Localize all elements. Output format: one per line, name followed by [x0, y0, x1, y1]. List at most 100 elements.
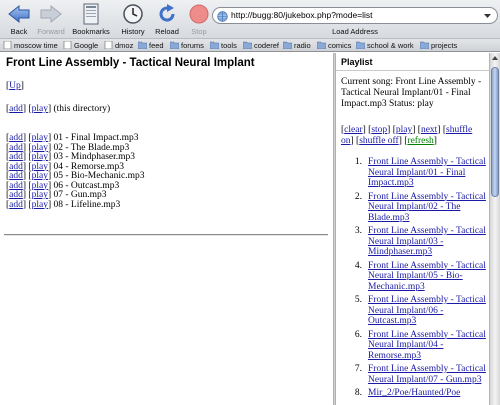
track-name: 08 - Lifeline.mp3 — [53, 199, 121, 210]
bookmark-label: dmoz — [115, 41, 134, 50]
track-name: 07 - Gun.mp3 — [53, 190, 107, 200]
this-directory-text: (this directory) — [53, 104, 111, 114]
bookmarks-button[interactable]: Bookmarks — [70, 3, 112, 37]
track-row: [add] [play] 01 - Final Impact.mp3 — [6, 133, 139, 143]
add-track-link[interactable]: add — [9, 181, 23, 191]
playlist-item-number: 5. — [354, 295, 362, 305]
chevron-down-icon[interactable] — [483, 11, 492, 20]
playlist-item-link[interactable]: Mir_2/Poe/Haunted/Poe — [368, 388, 460, 398]
page-icon — [104, 41, 113, 49]
play-track-link[interactable]: play — [32, 200, 48, 210]
bookmark-forums[interactable]: forums — [170, 40, 204, 51]
playlist-item: 2. Front Line Assembly - Tactical Neural … — [340, 192, 490, 224]
bookmark-coderef[interactable]: coderef — [243, 40, 279, 51]
bookmark-feed[interactable]: feed — [138, 40, 164, 51]
history-label: History — [121, 27, 145, 36]
playlist-title: Playlist — [341, 57, 373, 67]
playlist-item-link[interactable]: Front Line Assembly - Tactical Neural Im… — [368, 295, 486, 326]
add-track-link[interactable]: add — [9, 200, 23, 210]
bookmark-label: tools — [221, 41, 237, 50]
bookmark-label: comics — [328, 41, 352, 50]
bookmark-radio[interactable]: radio — [283, 40, 311, 51]
scrollbar-thumb[interactable] — [491, 67, 499, 197]
reload-icon — [159, 4, 175, 22]
forward-arrow-icon — [40, 4, 62, 24]
bookmark-dmoz[interactable]: dmoz — [104, 40, 133, 51]
add-track-link[interactable]: add — [9, 133, 23, 143]
scroll-up-arrow-icon[interactable] — [490, 53, 500, 64]
address-input[interactable]: http://bugg:80/jukebox.php?mode=list — [212, 7, 498, 24]
bookmark-school-work[interactable]: school & work — [356, 40, 414, 51]
folder-icon — [283, 41, 292, 49]
clear-link[interactable]: clear — [344, 125, 362, 135]
folder-icon — [210, 41, 219, 49]
play-track-link[interactable]: play — [32, 152, 48, 162]
forward-button[interactable]: Forward — [32, 3, 70, 37]
playlist-controls: [clear] [stop] [play] [next] [shuffle on… — [341, 125, 473, 146]
bookmark-label: coderef — [254, 41, 280, 50]
play-track-link[interactable]: play — [32, 133, 48, 143]
bookmark-moscow-time[interactable]: moscow time — [3, 40, 58, 51]
next-link[interactable]: next — [421, 125, 437, 135]
play-track-link[interactable]: play — [32, 162, 48, 172]
playlist-item-link[interactable]: Front Line Assembly - Tactical Neural Im… — [368, 364, 486, 385]
stop-link[interactable]: stop — [371, 125, 387, 135]
bookmark-comics[interactable]: comics — [317, 40, 351, 51]
playlist-item-link[interactable]: Front Line Assembly - Tactical Neural Im… — [368, 192, 486, 223]
bookmark-label: moscow time — [14, 41, 58, 50]
track-row: [add] [play] 06 - Outcast.mp3 — [6, 180, 120, 191]
add-track-link[interactable]: add — [9, 143, 23, 153]
directory-actions: [add] [play] (this directory) — [6, 104, 111, 114]
bookmark-label: projects — [431, 41, 458, 50]
up-link[interactable]: Up — [9, 81, 21, 91]
play-track-link[interactable]: play — [32, 171, 48, 181]
bookmarks-bar: moscow time Google dmoz feed forums tool… — [0, 38, 500, 52]
page-icon — [63, 41, 72, 49]
back-arrow-icon — [8, 4, 30, 24]
track-row: [add] [play] 02 - The Blade.mp3 — [6, 142, 130, 153]
add-directory-link[interactable]: add — [9, 104, 23, 114]
refresh-link[interactable]: refresh — [407, 136, 433, 146]
add-track-link[interactable]: add — [9, 190, 23, 200]
add-track-link[interactable]: add — [9, 152, 23, 162]
folder-icon — [243, 41, 252, 49]
play-directory-link[interactable]: play — [32, 104, 48, 114]
up-link-line: [Up] — [6, 81, 24, 91]
directory-frame: Front Line Assembly - Tactical Neural Im… — [0, 53, 333, 405]
play-link[interactable]: play — [396, 125, 412, 135]
folder-icon — [170, 41, 179, 49]
history-clock-icon — [123, 4, 143, 24]
play-track-link[interactable]: play — [32, 190, 48, 200]
playlist-item-link[interactable]: Front Line Assembly - Tactical Neural Im… — [368, 330, 486, 361]
folder-icon — [356, 41, 365, 49]
track-name: 06 - Outcast.mp3 — [53, 180, 120, 191]
playlist-scrollbar[interactable] — [489, 53, 500, 405]
bookmark-label: radio — [294, 41, 311, 50]
playlist-item-link[interactable]: Front Line Assembly - Tactical Neural Im… — [368, 157, 486, 188]
playlist-item-link[interactable]: Front Line Assembly - Tactical Neural Im… — [368, 261, 486, 292]
load-address-label: Load Address — [332, 27, 378, 36]
playlist-item-link[interactable]: Front Line Assembly - Tactical Neural Im… — [368, 226, 486, 257]
playlist-item-number: 8. — [354, 388, 362, 398]
playlist-item: 7. Front Line Assembly - Tactical Neural … — [340, 364, 490, 385]
playlist-item-number: 1. — [354, 157, 362, 167]
bookmark-tools[interactable]: tools — [210, 40, 237, 51]
add-track-link[interactable]: add — [9, 171, 23, 181]
address-bar: http://bugg:80/jukebox.php?mode=list Loa… — [212, 7, 498, 37]
history-button[interactable]: History — [114, 3, 152, 37]
track-name: 04 - Remorse.mp3 — [53, 161, 124, 172]
bookmark-projects[interactable]: projects — [420, 40, 457, 51]
play-track-link[interactable]: play — [32, 181, 48, 191]
bookmarks-book-icon — [83, 3, 99, 25]
playlist-item: 6. Front Line Assembly - Tactical Neural … — [340, 330, 490, 362]
current-song-status: Current song: Front Line Assembly - Tact… — [341, 77, 482, 109]
bookmark-label: Google — [74, 41, 99, 50]
play-track-link[interactable]: play — [32, 143, 48, 153]
bookmark-google[interactable]: Google — [63, 40, 98, 51]
shuffle-off-link[interactable]: shuffle off — [359, 136, 399, 146]
forward-label: Forward — [37, 27, 65, 36]
track-row: [add] [play] 07 - Gun.mp3 — [6, 190, 107, 200]
add-track-link[interactable]: add — [9, 162, 23, 172]
playlist-items: 1. Front Line Assembly - Tactical Neural … — [340, 157, 490, 402]
track-row: [add] [play] 03 - Mindphaser.mp3 — [6, 152, 136, 162]
